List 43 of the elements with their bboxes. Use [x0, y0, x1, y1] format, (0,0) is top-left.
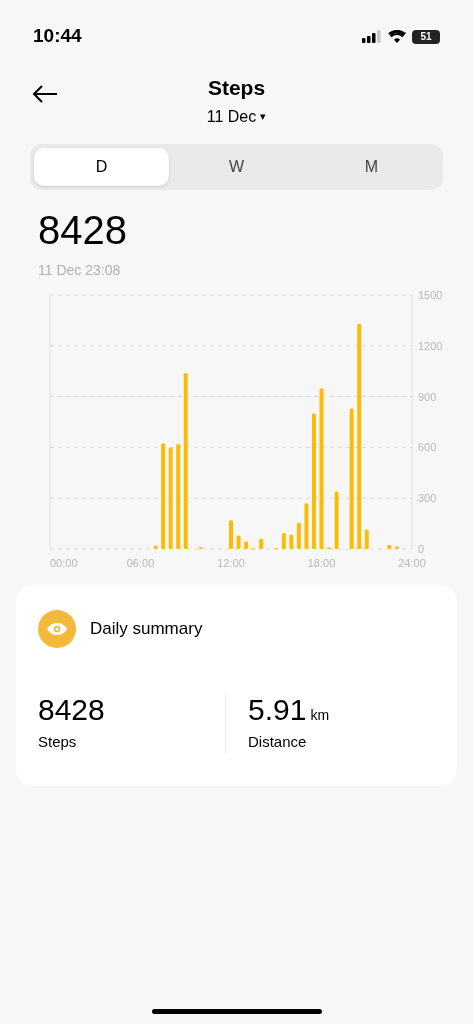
status-time: 10:44	[33, 24, 82, 49]
chart-bar	[334, 491, 339, 549]
chart-bar	[394, 546, 399, 549]
page-title: Steps	[207, 75, 266, 101]
metric-value: 5.91	[248, 693, 307, 727]
battery-level: 51	[420, 30, 432, 43]
date-selector[interactable]: 11 Dec ▾	[206, 104, 267, 129]
chart-bar	[304, 503, 309, 549]
metric-label: Steps	[38, 732, 78, 752]
eye-icon	[38, 610, 76, 648]
timestamp: 11 Dec 23:08	[38, 261, 121, 280]
back-arrow-icon	[32, 84, 58, 104]
summary-title: Daily summary	[90, 618, 203, 641]
chart-bar	[289, 534, 294, 549]
chart-bar	[259, 538, 264, 549]
y-tick-label: 900	[418, 390, 437, 403]
chart-bar	[244, 541, 249, 549]
wifi-icon	[388, 30, 406, 43]
signal-icon	[362, 30, 382, 43]
y-tick-label: 600	[418, 441, 437, 454]
x-tick-label: 06:00	[126, 557, 155, 569]
chart-bar	[236, 535, 241, 549]
y-tick-label: 1200	[418, 339, 443, 352]
back-button[interactable]	[32, 84, 58, 104]
x-tick-label: 18:00	[307, 557, 336, 569]
x-tick-label: 00:00	[50, 557, 78, 569]
chart-bar	[387, 544, 392, 549]
metric-value: 8428	[38, 693, 105, 727]
metric-label: Distance	[248, 732, 308, 752]
period-tab[interactable]: M	[304, 148, 439, 186]
y-tick-label: 300	[418, 492, 437, 505]
chart-bar	[229, 520, 233, 549]
x-tick-label: 24:00	[398, 557, 426, 569]
chart-bar	[364, 529, 369, 549]
chart-bar	[153, 545, 158, 549]
period-tab[interactable]: D	[34, 148, 169, 186]
metric-unit: km	[310, 706, 330, 725]
y-tick-label: 1500	[418, 289, 443, 301]
chart-bar	[296, 522, 301, 549]
chart-bar	[281, 532, 286, 549]
period-tab[interactable]: W	[169, 148, 304, 186]
x-tick-label: 12:00	[217, 557, 245, 569]
total-steps: 8428	[38, 208, 127, 252]
